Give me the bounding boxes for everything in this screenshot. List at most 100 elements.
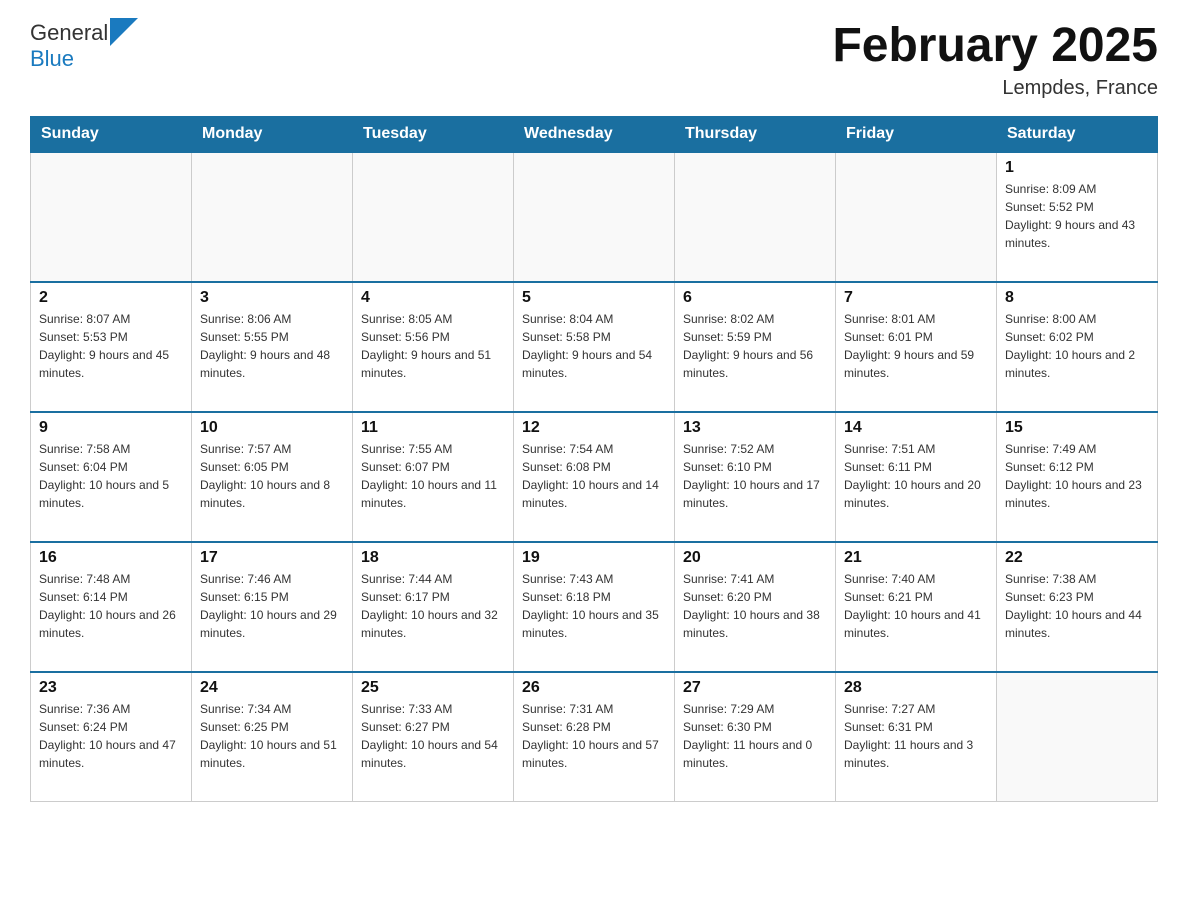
- day-number: 8: [1005, 289, 1149, 307]
- day-info: Sunrise: 8:00 AMSunset: 6:02 PMDaylight:…: [1005, 310, 1149, 382]
- day-info: Sunrise: 7:36 AMSunset: 6:24 PMDaylight:…: [39, 700, 183, 772]
- day-number: 27: [683, 679, 827, 697]
- calendar-cell: 8 Sunrise: 8:00 AMSunset: 6:02 PMDaylight…: [997, 282, 1158, 412]
- day-info: Sunrise: 7:48 AMSunset: 6:14 PMDaylight:…: [39, 570, 183, 642]
- calendar-cell: 7 Sunrise: 8:01 AMSunset: 6:01 PMDaylight…: [836, 282, 997, 412]
- page-header: General Blue February 2025 Lempdes, Fran…: [30, 20, 1158, 100]
- day-number: 2: [39, 289, 183, 307]
- logo-triangle-icon: [110, 18, 138, 46]
- day-info: Sunrise: 7:51 AMSunset: 6:11 PMDaylight:…: [844, 440, 988, 512]
- day-info: Sunrise: 7:29 AMSunset: 6:30 PMDaylight:…: [683, 700, 827, 772]
- calendar-header: SundayMondayTuesdayWednesdayThursdayFrid…: [31, 116, 1158, 152]
- day-number: 18: [361, 549, 505, 567]
- day-info: Sunrise: 8:06 AMSunset: 5:55 PMDaylight:…: [200, 310, 344, 382]
- calendar-cell: [675, 152, 836, 282]
- day-info: Sunrise: 7:46 AMSunset: 6:15 PMDaylight:…: [200, 570, 344, 642]
- day-number: 17: [200, 549, 344, 567]
- day-number: 13: [683, 419, 827, 437]
- calendar-cell: 22 Sunrise: 7:38 AMSunset: 6:23 PMDayligh…: [997, 542, 1158, 672]
- day-number: 15: [1005, 419, 1149, 437]
- weekday-header-row: SundayMondayTuesdayWednesdayThursdayFrid…: [31, 116, 1158, 152]
- day-info: Sunrise: 7:27 AMSunset: 6:31 PMDaylight:…: [844, 700, 988, 772]
- day-number: 25: [361, 679, 505, 697]
- weekday-header-thursday: Thursday: [675, 116, 836, 152]
- day-info: Sunrise: 7:33 AMSunset: 6:27 PMDaylight:…: [361, 700, 505, 772]
- calendar-cell: 2 Sunrise: 8:07 AMSunset: 5:53 PMDaylight…: [31, 282, 192, 412]
- day-number: 19: [522, 549, 666, 567]
- weekday-header-friday: Friday: [836, 116, 997, 152]
- calendar-cell: 20 Sunrise: 7:41 AMSunset: 6:20 PMDayligh…: [675, 542, 836, 672]
- day-number: 16: [39, 549, 183, 567]
- day-number: 3: [200, 289, 344, 307]
- calendar-cell: 12 Sunrise: 7:54 AMSunset: 6:08 PMDayligh…: [514, 412, 675, 542]
- calendar-week-row: 16 Sunrise: 7:48 AMSunset: 6:14 PMDayligh…: [31, 542, 1158, 672]
- calendar-title: February 2025: [832, 20, 1158, 73]
- day-info: Sunrise: 8:04 AMSunset: 5:58 PMDaylight:…: [522, 310, 666, 382]
- day-info: Sunrise: 8:01 AMSunset: 6:01 PMDaylight:…: [844, 310, 988, 382]
- weekday-header-wednesday: Wednesday: [514, 116, 675, 152]
- calendar-cell: [353, 152, 514, 282]
- weekday-header-saturday: Saturday: [997, 116, 1158, 152]
- calendar-cell: 9Sunrise: 7:58 AMSunset: 6:04 PMDaylight…: [31, 412, 192, 542]
- weekday-header-monday: Monday: [192, 116, 353, 152]
- calendar-cell: [192, 152, 353, 282]
- day-number: 21: [844, 549, 988, 567]
- day-info: Sunrise: 7:49 AMSunset: 6:12 PMDaylight:…: [1005, 440, 1149, 512]
- day-number: 4: [361, 289, 505, 307]
- calendar-cell: 1Sunrise: 8:09 AMSunset: 5:52 PMDaylight…: [997, 152, 1158, 282]
- logo-blue-text: Blue: [30, 46, 74, 72]
- day-info: Sunrise: 7:55 AMSunset: 6:07 PMDaylight:…: [361, 440, 505, 512]
- calendar-cell: 15 Sunrise: 7:49 AMSunset: 6:12 PMDayligh…: [997, 412, 1158, 542]
- logo-general-text: General: [30, 20, 108, 46]
- calendar-week-row: 9Sunrise: 7:58 AMSunset: 6:04 PMDaylight…: [31, 412, 1158, 542]
- day-number: 1: [1005, 159, 1149, 177]
- calendar-cell: 27 Sunrise: 7:29 AMSunset: 6:30 PMDayligh…: [675, 672, 836, 802]
- calendar-cell: 6Sunrise: 8:02 AMSunset: 5:59 PMDaylight…: [675, 282, 836, 412]
- day-info: Sunrise: 7:57 AMSunset: 6:05 PMDaylight:…: [200, 440, 344, 512]
- day-number: 7: [844, 289, 988, 307]
- day-number: 23: [39, 679, 183, 697]
- calendar-cell: [997, 672, 1158, 802]
- calendar-cell: 10Sunrise: 7:57 AMSunset: 6:05 PMDayligh…: [192, 412, 353, 542]
- calendar-cell: [514, 152, 675, 282]
- calendar-cell: 26Sunrise: 7:31 AMSunset: 6:28 PMDayligh…: [514, 672, 675, 802]
- weekday-header-tuesday: Tuesday: [353, 116, 514, 152]
- day-info: Sunrise: 7:54 AMSunset: 6:08 PMDaylight:…: [522, 440, 666, 512]
- weekday-header-sunday: Sunday: [31, 116, 192, 152]
- calendar-cell: 24Sunrise: 7:34 AMSunset: 6:25 PMDayligh…: [192, 672, 353, 802]
- calendar-cell: 4Sunrise: 8:05 AMSunset: 5:56 PMDaylight…: [353, 282, 514, 412]
- day-number: 11: [361, 419, 505, 437]
- calendar-cell: 18 Sunrise: 7:44 AMSunset: 6:17 PMDayligh…: [353, 542, 514, 672]
- day-number: 22: [1005, 549, 1149, 567]
- calendar-cell: 13 Sunrise: 7:52 AMSunset: 6:10 PMDayligh…: [675, 412, 836, 542]
- calendar-cell: 3 Sunrise: 8:06 AMSunset: 5:55 PMDaylight…: [192, 282, 353, 412]
- day-number: 28: [844, 679, 988, 697]
- calendar-cell: [836, 152, 997, 282]
- day-info: Sunrise: 7:41 AMSunset: 6:20 PMDaylight:…: [683, 570, 827, 642]
- calendar-cell: [31, 152, 192, 282]
- day-info: Sunrise: 8:02 AMSunset: 5:59 PMDaylight:…: [683, 310, 827, 382]
- day-number: 20: [683, 549, 827, 567]
- title-block: February 2025 Lempdes, France: [832, 20, 1158, 100]
- day-info: Sunrise: 7:52 AMSunset: 6:10 PMDaylight:…: [683, 440, 827, 512]
- day-info: Sunrise: 7:58 AMSunset: 6:04 PMDaylight:…: [39, 440, 183, 512]
- calendar-cell: 14 Sunrise: 7:51 AMSunset: 6:11 PMDayligh…: [836, 412, 997, 542]
- calendar-cell: 23 Sunrise: 7:36 AMSunset: 6:24 PMDayligh…: [31, 672, 192, 802]
- day-info: Sunrise: 8:07 AMSunset: 5:53 PMDaylight:…: [39, 310, 183, 382]
- logo: General Blue: [30, 20, 138, 72]
- calendar-table: SundayMondayTuesdayWednesdayThursdayFrid…: [30, 116, 1158, 803]
- day-number: 5: [522, 289, 666, 307]
- day-info: Sunrise: 7:44 AMSunset: 6:17 PMDaylight:…: [361, 570, 505, 642]
- day-number: 14: [844, 419, 988, 437]
- calendar-week-row: 2 Sunrise: 8:07 AMSunset: 5:53 PMDaylight…: [31, 282, 1158, 412]
- calendar-cell: 25 Sunrise: 7:33 AMSunset: 6:27 PMDayligh…: [353, 672, 514, 802]
- calendar-cell: 16 Sunrise: 7:48 AMSunset: 6:14 PMDayligh…: [31, 542, 192, 672]
- day-number: 12: [522, 419, 666, 437]
- calendar-cell: 11 Sunrise: 7:55 AMSunset: 6:07 PMDayligh…: [353, 412, 514, 542]
- calendar-cell: 21 Sunrise: 7:40 AMSunset: 6:21 PMDayligh…: [836, 542, 997, 672]
- day-info: Sunrise: 7:31 AMSunset: 6:28 PMDaylight:…: [522, 700, 666, 772]
- day-info: Sunrise: 7:38 AMSunset: 6:23 PMDaylight:…: [1005, 570, 1149, 642]
- calendar-week-row: 1Sunrise: 8:09 AMSunset: 5:52 PMDaylight…: [31, 152, 1158, 282]
- calendar-body: 1Sunrise: 8:09 AMSunset: 5:52 PMDaylight…: [31, 152, 1158, 802]
- day-info: Sunrise: 7:40 AMSunset: 6:21 PMDaylight:…: [844, 570, 988, 642]
